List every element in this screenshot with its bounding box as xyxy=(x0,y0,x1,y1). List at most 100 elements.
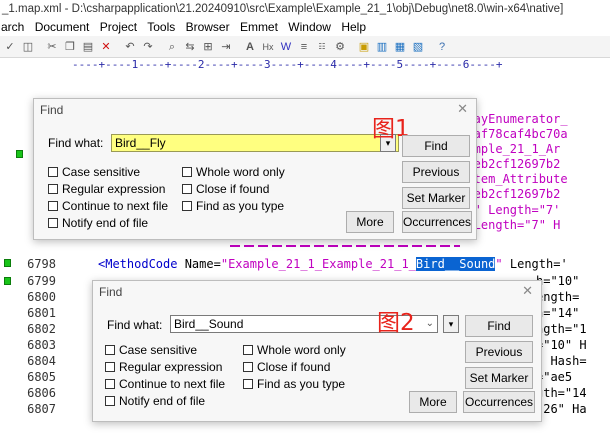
hex-icon[interactable]: Hx xyxy=(260,39,276,55)
delete-icon[interactable]: ✕ xyxy=(98,39,114,55)
font-icon[interactable]: A xyxy=(242,39,258,55)
paste-icon[interactable]: ▤ xyxy=(80,39,96,55)
indent-icon[interactable]: ⇥ xyxy=(218,39,234,55)
menu-tools[interactable]: Tools xyxy=(147,20,175,34)
window-icon[interactable]: ▦ xyxy=(392,39,408,55)
menu-window[interactable]: Window xyxy=(288,20,331,34)
annotation-label: 图2 xyxy=(377,310,415,336)
find-button[interactable]: Find xyxy=(465,315,533,337)
find-dialog-1: Find ✕ Find what: Bird__Fly ▾ ▾ 图1 Case … xyxy=(33,98,477,240)
checkbox-box[interactable] xyxy=(48,201,58,211)
cut-icon[interactable]: ✂ xyxy=(44,39,60,55)
close-if-found-checkbox[interactable]: Close if found xyxy=(182,182,269,196)
menu-project[interactable]: Project xyxy=(100,20,137,34)
regex-menu-button[interactable]: ▾ xyxy=(443,315,459,333)
search-match-selection: Bird__Sound xyxy=(415,257,496,271)
previous-button[interactable]: Previous xyxy=(465,341,533,363)
menu-browser[interactable]: Browser xyxy=(186,20,230,34)
find-as-you-type-checkbox[interactable]: Find as you type xyxy=(182,199,284,213)
checkbox-box[interactable] xyxy=(182,201,192,211)
code-fragment: "26" Ha xyxy=(536,402,587,416)
checkbox-box[interactable] xyxy=(105,362,115,372)
checkbox-box[interactable] xyxy=(48,184,58,194)
close-icon[interactable]: ✕ xyxy=(522,283,533,299)
code-fragment: ngth="1 xyxy=(536,322,587,336)
checkbox-box[interactable] xyxy=(48,218,58,228)
chevron-down-icon[interactable]: ⌄ xyxy=(426,316,434,332)
occurrences-button[interactable]: Occurrences xyxy=(402,211,472,233)
copy-icon[interactable]: ❐ xyxy=(62,39,78,55)
word-wrap-icon[interactable]: W xyxy=(278,39,294,55)
notify-eof-checkbox[interactable]: Notify end of file xyxy=(48,216,148,230)
window-icon[interactable]: ▧ xyxy=(410,39,426,55)
line-number: 6799 xyxy=(27,274,56,288)
help-icon[interactable]: ? xyxy=(434,39,450,55)
checkbox-box[interactable] xyxy=(243,379,253,389)
checkbox-box[interactable] xyxy=(105,345,115,355)
case-sensitive-checkbox[interactable]: Case sensitive xyxy=(105,343,197,357)
browser-preview-icon[interactable]: ◫ xyxy=(20,39,36,55)
line-number: 6804 xyxy=(27,354,56,368)
char-map-icon[interactable]: ☷ xyxy=(314,39,330,55)
more-button[interactable]: More xyxy=(409,391,457,413)
menu-document[interactable]: Document xyxy=(35,20,90,34)
menu-emmet[interactable]: Emmet xyxy=(240,20,278,34)
screenshot-separator xyxy=(0,240,610,252)
set-marker-button[interactable]: Set Marker xyxy=(402,187,470,209)
line-number: 6801 xyxy=(27,306,56,320)
close-icon[interactable]: ✕ xyxy=(457,101,468,117)
regex-checkbox[interactable]: Regular expression xyxy=(105,360,222,374)
continue-next-file-checkbox[interactable]: Continue to next file xyxy=(48,199,168,213)
find-button[interactable]: Find xyxy=(402,135,470,157)
undo-icon[interactable]: ↶ xyxy=(122,39,138,55)
window-title: _1.map.xml - D:\csharpapplication\21.202… xyxy=(0,0,610,18)
set-marker-button[interactable]: Set Marker xyxy=(465,367,533,389)
settings-icon[interactable]: ⚙ xyxy=(332,39,348,55)
continue-next-file-checkbox[interactable]: Continue to next file xyxy=(105,377,225,391)
checkbox-box[interactable] xyxy=(182,184,192,194)
checkbox-box[interactable] xyxy=(243,362,253,372)
bookmark-marker xyxy=(16,150,23,158)
view-icon[interactable]: ▣ xyxy=(356,39,372,55)
code-fragment: ="10" H xyxy=(536,338,587,352)
line-number: 6803 xyxy=(27,338,56,352)
whole-word-checkbox[interactable]: Whole word only xyxy=(182,165,285,179)
dialog-title: Find xyxy=(40,103,64,117)
line-number: 6805 xyxy=(27,370,56,384)
line-number: 6802 xyxy=(27,322,56,336)
separator-line xyxy=(230,245,460,247)
checkbox-box[interactable] xyxy=(48,167,58,177)
code-fragment: h="14" xyxy=(536,306,580,320)
occurrences-button[interactable]: Occurrences xyxy=(463,391,535,413)
code-fragment: " Hash= xyxy=(536,354,587,368)
redo-icon[interactable]: ↷ xyxy=(140,39,156,55)
find-in-files-icon[interactable]: ⊞ xyxy=(200,39,216,55)
code-fragment: gth="14 xyxy=(536,386,587,400)
whole-word-checkbox[interactable]: Whole word only xyxy=(243,343,346,357)
spellcheck-icon[interactable]: ✓ xyxy=(2,39,18,55)
code-line-method: <MethodCode Name="Example_21_1_Example_2… xyxy=(98,257,568,271)
split-icon[interactable]: ▥ xyxy=(374,39,390,55)
find-as-you-type-checkbox[interactable]: Find as you type xyxy=(243,377,345,391)
dialog-title: Find xyxy=(99,285,123,299)
menu-bar: arch Document Project Tools Browser Emme… xyxy=(0,18,610,36)
checkbox-box[interactable] xyxy=(105,379,115,389)
notify-eof-checkbox[interactable]: Notify end of file xyxy=(105,394,205,408)
previous-button[interactable]: Previous xyxy=(402,161,470,183)
more-button[interactable]: More xyxy=(346,211,394,233)
checkbox-box[interactable] xyxy=(243,345,253,355)
replace-icon[interactable]: ⇆ xyxy=(182,39,198,55)
column-ruler: ----+----1----+----2----+----3----+----4… xyxy=(0,58,610,72)
regex-checkbox[interactable]: Regular expression xyxy=(48,182,165,196)
find-what-input[interactable]: Bird__Fly ▾ xyxy=(111,134,399,152)
menu-help[interactable]: Help xyxy=(341,20,366,34)
code-fragment: ength= xyxy=(536,290,580,304)
checkbox-box[interactable] xyxy=(182,167,192,177)
case-sensitive-checkbox[interactable]: Case sensitive xyxy=(48,165,140,179)
menu-search[interactable]: arch xyxy=(1,20,24,34)
find-what-label: Find what: xyxy=(48,136,104,150)
close-if-found-checkbox[interactable]: Close if found xyxy=(243,360,330,374)
checkbox-box[interactable] xyxy=(105,396,115,406)
find-icon[interactable]: ⌕ xyxy=(164,39,180,55)
line-numbers-icon[interactable]: ≡ xyxy=(296,39,312,55)
